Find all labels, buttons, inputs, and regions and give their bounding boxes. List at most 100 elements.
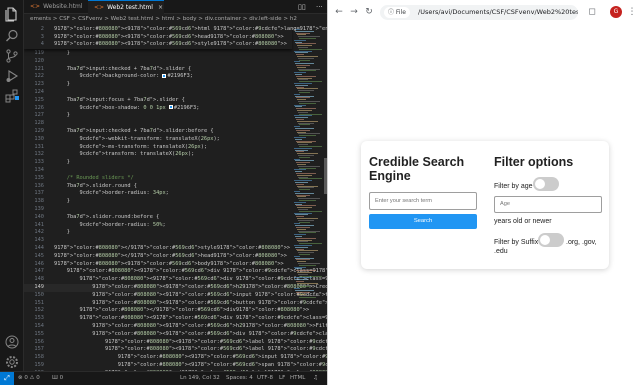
code-text: #2196F3; [167,73,193,80]
line-number[interactable]: 146 [24,261,44,269]
line-number[interactable]: 137 [24,190,44,198]
code-text: 9178">"color:#808080"><9178">"color:#569… [54,41,287,48]
code-text: } [54,159,70,166]
code-text: 9cdcfe">-ms-transform: translateX(26px); [79,143,208,150]
split-editor-icon[interactable]: ▯▯ [298,0,306,14]
line-number[interactable]: 124 [24,89,44,97]
close-icon[interactable]: × [158,4,163,11]
extensions-puzzle-icon[interactable]: ◻ [587,6,597,18]
code-line: 127 } [24,112,292,120]
filter-suffix-toggle[interactable] [538,233,564,247]
line-number[interactable]: 138 [24,198,44,206]
line-number[interactable]: 136 [24,183,44,191]
line-number[interactable]: 126 [24,105,44,113]
line-number[interactable]: 134 [24,167,44,175]
line-number[interactable]: 156 [24,339,44,347]
extensions-icon[interactable] [4,88,20,104]
line-number[interactable]: 139 [24,206,44,214]
line-number[interactable]: 119 [24,50,44,58]
code-text: } [54,81,70,88]
code-line: 157 9178">"color:#808080"><9178">"color:… [24,346,327,354]
line-number[interactable]: 4 [24,41,44,49]
minimap[interactable] [292,25,322,371]
line-number[interactable]: 131 [24,144,44,152]
url-text: /Users/avi/Documents/CSF/CSFvenv/Web2%20… [418,8,578,16]
line-number[interactable]: 149 [24,284,44,292]
site-info-chip[interactable]: ⓘ File [384,7,410,18]
search-button[interactable]: Search [369,214,477,229]
search-input[interactable]: Enter your search term [369,192,477,210]
line-number[interactable]: 127 [24,112,44,120]
age-input[interactable]: Age [494,196,602,213]
line-number[interactable]: 132 [24,151,44,159]
line-number[interactable]: 158 [24,354,44,362]
line-number[interactable]: 157 [24,346,44,354]
page-container: Credible Search Engine Enter your search… [361,141,609,269]
address-bar[interactable]: ⓘ File /Users/avi/Documents/CSF/CSFvenv/… [380,5,578,20]
line-number[interactable]: 133 [24,159,44,167]
notifications-bell-icon[interactable]: ♫ [313,372,318,385]
line-number[interactable]: 142 [24,229,44,237]
ports-indicator[interactable]: Ш 0 [52,372,63,385]
color-swatch[interactable] [162,73,167,78]
line-number[interactable]: 145 [24,253,44,261]
tab-web2-test-html[interactable]: <> Web2 test.html × [88,0,164,14]
language-mode[interactable]: HTML [290,372,305,385]
line-number[interactable]: 143 [24,237,44,245]
code-line: 153 9178">"color:#808080"><9178">"color:… [24,315,327,323]
menu-kebab-icon[interactable]: ⋮ [627,6,637,18]
html-file-icon: <> [30,3,41,10]
line-number[interactable]: 159 [24,362,44,370]
search-icon[interactable] [4,28,20,44]
more-actions-icon[interactable]: ··· [316,0,323,14]
code-text: 9178">"color:#808080"><9178">"color:#569… [54,26,327,32]
line-number[interactable]: 125 [24,97,44,105]
line-number[interactable]: 121 [24,66,44,74]
line-number[interactable]: 128 [24,120,44,128]
tab-website-html[interactable]: <> Website.html [24,0,88,14]
line-number[interactable]: 147 [24,268,44,276]
code-text: 9178">"color:#808080"><9178">"color:#569… [117,362,327,368]
line-number[interactable]: 150 [24,292,44,300]
profile-avatar[interactable]: G [610,6,622,18]
status-bar: ⤢ ⊗ 0 ⚠ 0 Ш 0 Ln 149, Col 32 Spaces: 4 U… [0,371,327,385]
line-number[interactable]: 154 [24,323,44,331]
minimap-line [299,221,310,223]
breadcrumb[interactable]: ements > CSF > CSFvenv > Web2 test.html … [24,14,327,25]
code-text: 9178">"color:#808080"><9178">"color:#569… [79,315,327,322]
code-text: 9178">"color:#808080"><9178">"color:#569… [92,330,327,337]
account-icon[interactable] [4,334,20,350]
line-number[interactable]: 153 [24,315,44,323]
cursor-position[interactable]: Ln 149, Col 32 [180,372,220,385]
line-number[interactable]: 152 [24,307,44,315]
line-number[interactable]: 120 [24,58,44,66]
editor-tab-bar: <> Website.html <> Web2 test.html × ▯▯ ··· [24,0,327,14]
line-number[interactable]: 122 [24,73,44,81]
settings-gear-icon[interactable] [4,354,20,370]
line-number[interactable]: 148 [24,276,44,284]
encoding-indicator[interactable]: UTF-8 [257,372,273,385]
line-number[interactable]: 135 [24,175,44,183]
filter-age-toggle[interactable] [533,177,559,191]
line-number[interactable]: 155 [24,331,44,339]
line-number[interactable]: 129 [24,128,44,136]
back-arrow-icon[interactable]: ← [334,6,344,18]
color-swatch[interactable] [168,105,173,110]
eol-indicator[interactable]: LF [279,372,285,385]
run-debug-icon[interactable] [4,68,20,84]
browser-toolbar: ← → ↻ ⓘ File /Users/avi/Documents/CSF/CS… [328,0,642,24]
line-number[interactable]: 151 [24,300,44,308]
forward-arrow-icon[interactable]: → [349,6,359,18]
indentation-indicator[interactable]: Spaces: 4 [226,372,253,385]
problems-indicator[interactable]: ⊗ 0 ⚠ 0 [18,372,40,385]
line-number[interactable]: 123 [24,81,44,89]
remote-indicator-icon[interactable]: ⤢ [0,372,14,385]
source-control-icon[interactable] [4,48,20,64]
line-number[interactable]: 130 [24,136,44,144]
line-number[interactable]: 141 [24,222,44,230]
code-editor[interactable]: 2 9178">"color:#808080"><9178">"color:#56… [24,25,327,371]
reload-icon[interactable]: ↻ [364,6,374,18]
line-number[interactable]: 144 [24,245,44,253]
explorer-icon[interactable] [4,6,20,22]
line-number[interactable]: 140 [24,214,44,222]
